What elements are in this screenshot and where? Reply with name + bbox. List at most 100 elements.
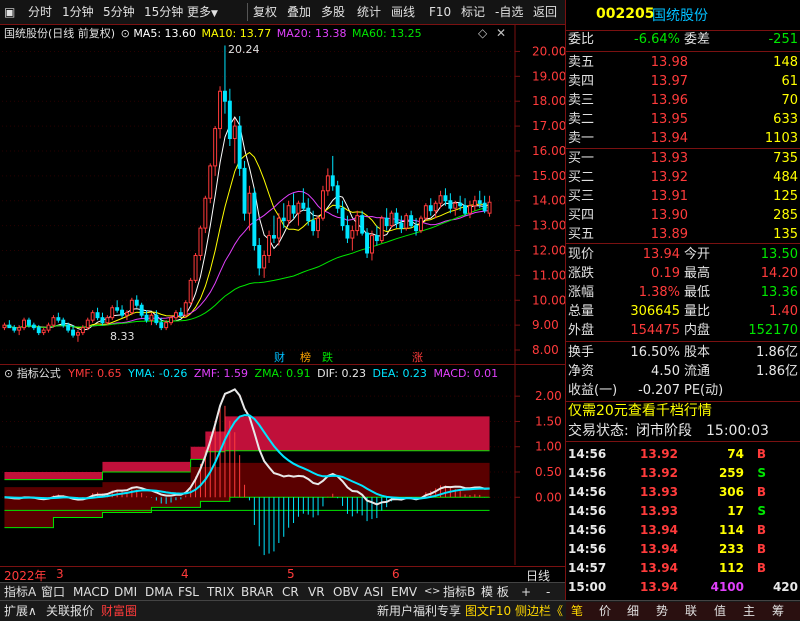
tab-obv[interactable]: OBV (333, 583, 359, 601)
tab-vr[interactable]: VR (308, 583, 325, 601)
indicator-chart[interactable]: 2.00 1.50 1.00 0.50 0.00 (0, 365, 565, 565)
stock-header: 002205 国统股份 (566, 0, 800, 31)
stat-label: 量比 (684, 304, 711, 319)
tab-dmi[interactable]: DMI (114, 583, 137, 601)
multi-stock-button[interactable]: 多股 (321, 0, 345, 24)
stat-label: 最高 (684, 266, 711, 281)
detail-icon[interactable]: 细 (627, 601, 639, 621)
candle-body (75, 332, 80, 336)
mark-button[interactable]: 标记 (461, 0, 485, 24)
close-icon[interactable]: ✕ (496, 26, 506, 40)
tick-time: 14:56 (568, 447, 607, 461)
tab-cr[interactable]: CR (282, 583, 299, 601)
chip-distribution-icon[interactable]: 筹 (772, 601, 784, 621)
sidebar-toggle[interactable]: 侧边栏《 (515, 601, 563, 621)
candle (296, 200, 301, 226)
tick-row: 14:57 13.94 112 B (566, 558, 800, 578)
stock-code: 002205 (596, 6, 655, 22)
tick-side: B (756, 485, 766, 499)
tab-indicator-a[interactable]: 指标A (4, 583, 36, 601)
tick-volume: 112 (718, 561, 744, 575)
candle-body (169, 317, 174, 324)
candle (173, 310, 178, 321)
stat-label: 外盘 (568, 323, 595, 338)
linked-icon[interactable]: 联 (685, 601, 697, 621)
overlay-button[interactable]: 叠加 (287, 0, 311, 24)
tick-time: 14:57 (568, 561, 607, 575)
tabs-scroll-right-icon[interactable]: > (432, 583, 440, 601)
tab-timeframe-5min[interactable]: 5分钟 (103, 0, 135, 24)
tab-timeframe-15min[interactable]: 15分钟 (144, 0, 183, 24)
diamond-icon[interactable]: ◇ (478, 26, 487, 40)
ask-level-label: 卖四 (568, 74, 595, 89)
promo-banner[interactable]: 仅需20元查看千档行情 (566, 401, 800, 421)
tab-dma[interactable]: DMA (145, 583, 173, 601)
event-mark-finance[interactable]: 财 (274, 349, 285, 365)
toolbar-grid-icon[interactable]: ▣ (4, 0, 15, 24)
tab-timeframe-intraday[interactable]: 分时 (28, 0, 52, 24)
tab-brar[interactable]: BRAR (241, 583, 274, 601)
stat-label: 净资 (568, 364, 595, 379)
f10-graphic-link[interactable]: 图文F10 (465, 601, 511, 621)
candle (472, 195, 477, 211)
tab-window[interactable]: 窗口 (41, 583, 65, 601)
ma5-line (4, 116, 490, 331)
tab-trix[interactable]: TRIX (207, 583, 234, 601)
candle-body (7, 324, 12, 329)
candlestick-chart[interactable]: 20.00 19.00 18.00 17.00 16.00 15.00 14.00 13.00… (0, 25, 565, 365)
ask-level-row: 卖四 13.97 61 (566, 72, 800, 92)
tab-macd[interactable]: MACD (73, 583, 109, 601)
weicha-label: 委差 (684, 32, 711, 47)
new-user-promo-link[interactable]: 新用户福利专享 (377, 601, 461, 621)
y-tick-label: 17.00 (532, 119, 565, 133)
candle (482, 195, 487, 214)
bid-level-row: 买三 13.91 125 (566, 187, 800, 207)
candle-body (389, 212, 394, 227)
tab-timeframe-1min[interactable]: 1分钟 (62, 0, 94, 24)
statistics-button[interactable]: 统计 (357, 0, 381, 24)
stat-value: 1.86亿 (756, 345, 798, 360)
expand-button[interactable]: 扩展∧ (4, 601, 37, 621)
stat-value: 1.38% (638, 285, 680, 300)
candle-body (316, 217, 321, 232)
main-chart-grid (2, 50, 515, 351)
ymf-label: YMF: 0.65 (68, 367, 122, 380)
tab-indicator-b[interactable]: 指标B (443, 583, 475, 601)
f10-button[interactable]: F10 (429, 0, 451, 24)
main-force-icon[interactable]: 主 (743, 601, 755, 621)
ask-level-row: 卖一 13.94 1103 (566, 129, 800, 149)
stat-value: 0.19 (651, 266, 680, 281)
value-icon[interactable]: 值 (714, 601, 726, 621)
back-button[interactable]: 返回 (533, 0, 557, 24)
candle-body (120, 309, 125, 316)
event-mark-up[interactable]: 涨 (412, 349, 423, 365)
candle (242, 160, 247, 221)
add-window-button[interactable]: + (521, 583, 531, 601)
event-mark-down[interactable]: 跌 (322, 349, 333, 365)
more-label: 更多 (187, 5, 212, 19)
related-quote-button[interactable]: 关联报价 (46, 601, 94, 621)
adjust-button[interactable]: 复权 (253, 0, 277, 24)
candle (90, 310, 95, 323)
draw-line-button[interactable]: 画线 (391, 0, 415, 24)
event-mark-list[interactable]: 榜 (300, 349, 311, 365)
candle (139, 302, 144, 318)
candle-body (129, 299, 134, 314)
wealth-circle-button[interactable]: 财富圈 (101, 601, 137, 621)
price-distribution-icon[interactable]: 价 (599, 601, 611, 621)
stat-label: 涨幅 (568, 285, 595, 300)
candle (389, 210, 394, 229)
chevron-down-icon[interactable]: ⊙ (121, 27, 130, 40)
tab-emv[interactable]: EMV (391, 583, 417, 601)
tick-detail-icon[interactable]: 笔 (571, 601, 583, 621)
y-tick-label: 0.50 (535, 465, 562, 479)
template-button[interactable]: 模 板 (481, 583, 509, 601)
trend-icon[interactable]: 势 (656, 601, 668, 621)
remove-watchlist-button[interactable]: -自选 (495, 0, 523, 24)
tab-fsl[interactable]: FSL (178, 583, 199, 601)
remove-window-button[interactable]: - (546, 583, 550, 601)
tick-price: 13.92 (640, 447, 678, 461)
tab-timeframe-more[interactable]: 更多▼ (187, 0, 218, 24)
tab-asi[interactable]: ASI (364, 583, 383, 601)
indicator-settings-icon[interactable]: ⊙ (4, 367, 13, 380)
